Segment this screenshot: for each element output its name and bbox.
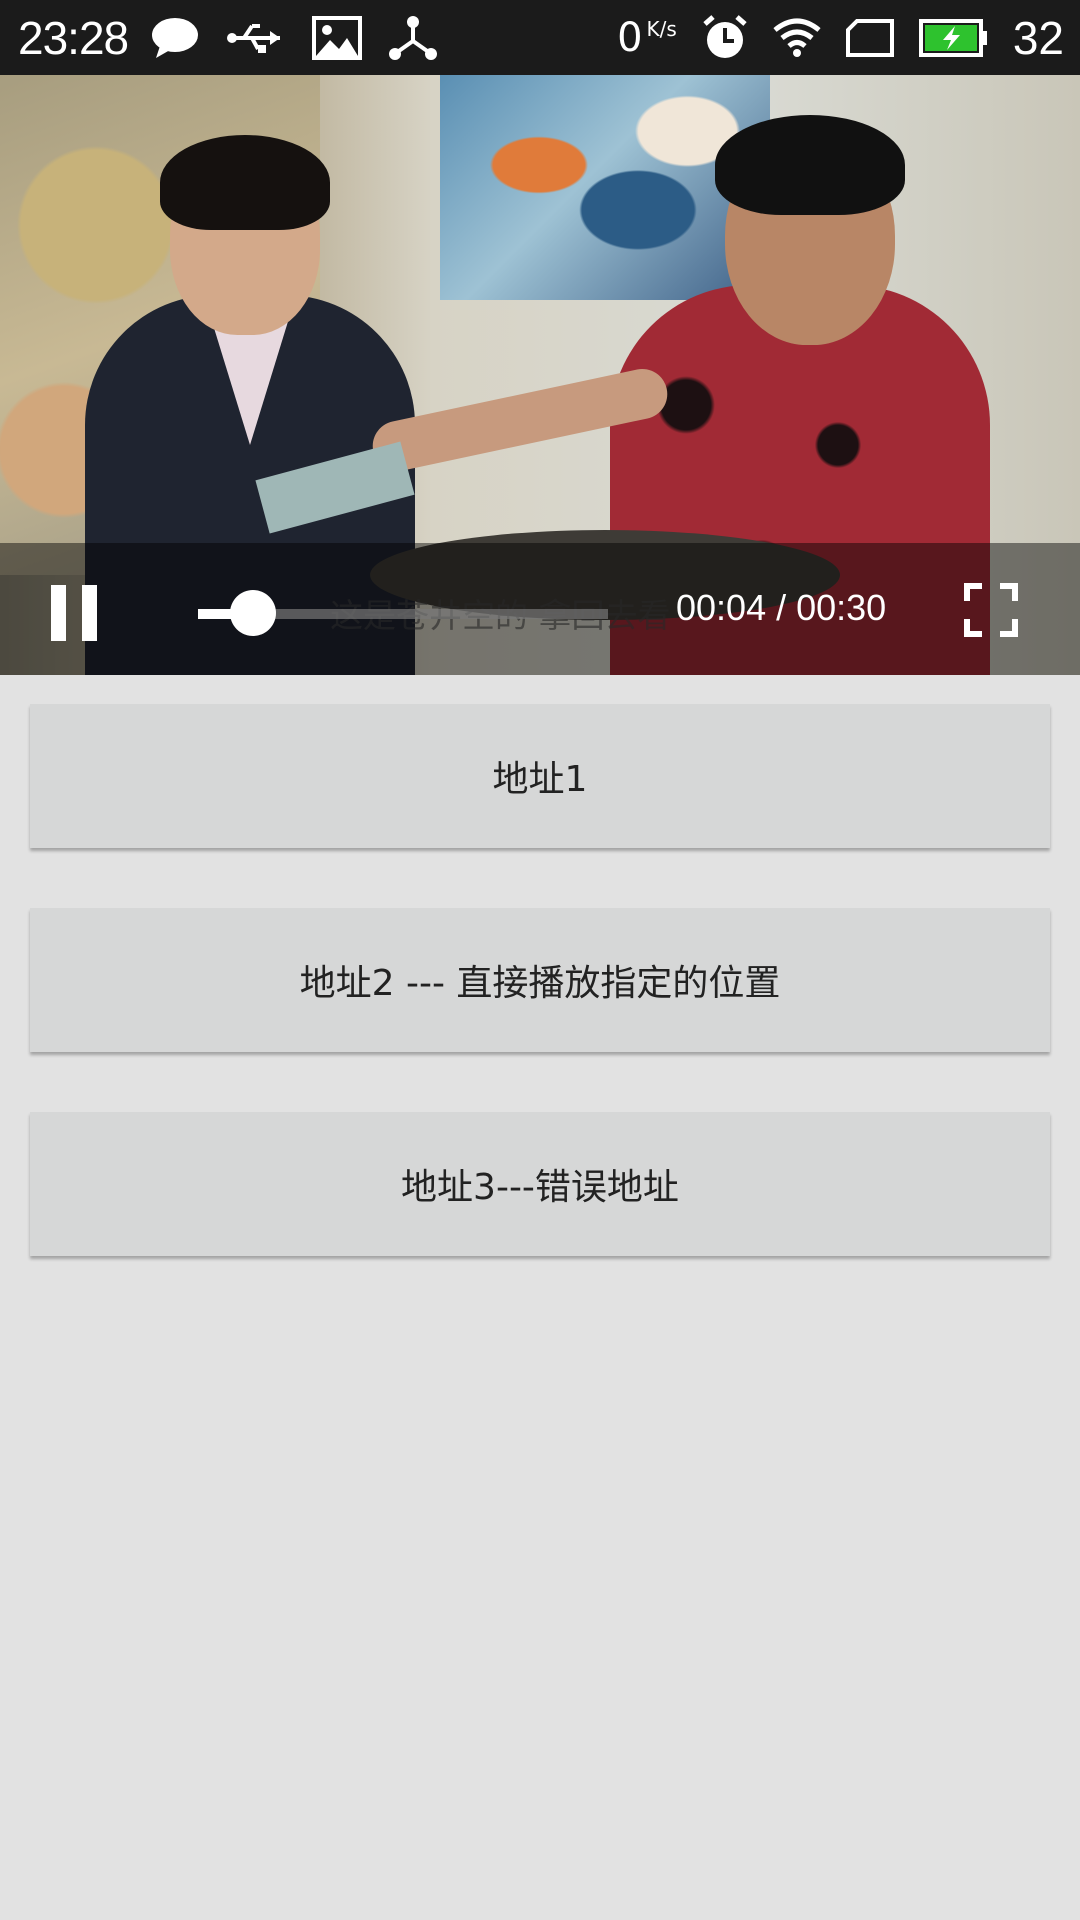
no-sim-icon bbox=[845, 18, 895, 58]
seek-thumb[interactable] bbox=[229, 590, 276, 636]
url2-seek-button[interactable]: 地址2 --- 直接播放指定的位置 bbox=[30, 908, 1050, 1052]
status-time: 23:28 bbox=[18, 11, 129, 64]
video-player[interactable]: 这是苍井空的 拿回去看 00:04 / 00:30 bbox=[0, 75, 1080, 675]
notification-icons bbox=[150, 15, 438, 61]
url3-error-button[interactable]: 地址3---错误地址 bbox=[30, 1112, 1050, 1256]
pause-button[interactable] bbox=[48, 585, 100, 641]
wifi-icon bbox=[773, 18, 821, 58]
net-speed-value: 0 bbox=[617, 14, 643, 61]
fullscreen-button[interactable] bbox=[964, 583, 1018, 637]
image-icon bbox=[312, 15, 363, 60]
chat-icon bbox=[150, 16, 200, 60]
player-controls: 这是苍井空的 拿回去看 00:04 / 00:30 bbox=[0, 543, 1080, 675]
battery-charging-icon bbox=[918, 18, 989, 57]
pause-icon bbox=[51, 585, 66, 641]
url1-button[interactable]: 地址1 bbox=[30, 704, 1050, 848]
net-speed-unit: K/s bbox=[646, 16, 677, 41]
net-speed: 0 K/s bbox=[617, 15, 677, 61]
alarm-icon bbox=[701, 14, 749, 62]
seek-bar[interactable] bbox=[198, 590, 608, 636]
usb-icon bbox=[226, 18, 286, 58]
share-icon bbox=[388, 15, 438, 61]
time-display: 00:04 / 00:30 bbox=[676, 587, 887, 628]
fullscreen-icon bbox=[964, 583, 1018, 637]
status-bar: 23:28 0 K/s 32 bbox=[0, 0, 1080, 75]
system-icons: 0 K/s 32 bbox=[617, 11, 1064, 65]
battery-level: 32 bbox=[1012, 11, 1064, 64]
